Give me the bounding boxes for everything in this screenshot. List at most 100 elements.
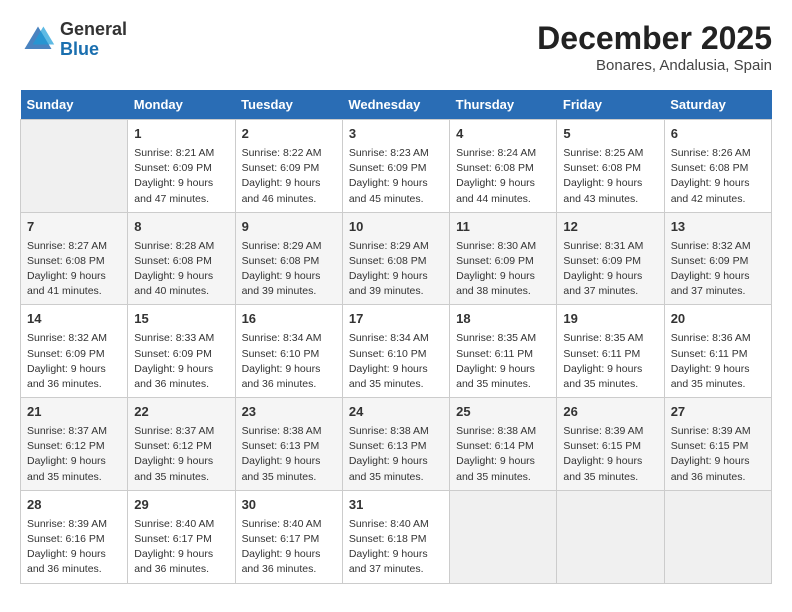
- calendar-cell: 9Sunrise: 8:29 AMSunset: 6:08 PMDaylight…: [235, 212, 342, 305]
- calendar-week-row: 28 Sunrise: 8:39 AMSunset: 6:16 PMDayligh…: [21, 490, 772, 583]
- day-info: Sunrise: 8:36 AMSunset: 6:11 PMDaylight:…: [671, 331, 765, 392]
- calendar-cell: 13 Sunrise: 8:32 AMSunset: 6:09 PMDayligh…: [664, 212, 771, 305]
- day-number: 31: [349, 496, 443, 515]
- day-info: Sunrise: 8:35 AMSunset: 6:11 PMDaylight:…: [456, 331, 550, 392]
- logo-text: General Blue: [60, 20, 127, 60]
- day-number: 22: [134, 403, 228, 422]
- day-info: Sunrise: 8:26 AMSunset: 6:08 PMDaylight:…: [671, 146, 765, 207]
- day-number: 4: [456, 125, 550, 144]
- day-info: Sunrise: 8:33 AMSunset: 6:09 PMDaylight:…: [134, 331, 228, 392]
- calendar-table: SundayMondayTuesdayWednesdayThursdayFrid…: [20, 90, 772, 584]
- calendar-cell: 12Sunrise: 8:31 AMSunset: 6:09 PMDayligh…: [557, 212, 664, 305]
- title-block: December 2025 Bonares, Andalusia, Spain: [537, 20, 772, 74]
- calendar-cell: 24 Sunrise: 8:38 AMSunset: 6:13 PMDayligh…: [342, 398, 449, 491]
- calendar-cell: 4 Sunrise: 8:24 AMSunset: 6:08 PMDaylight…: [450, 120, 557, 213]
- day-number: 13: [671, 218, 765, 237]
- calendar-cell: 29 Sunrise: 8:40 AMSunset: 6:17 PMDayligh…: [128, 490, 235, 583]
- day-number: 29: [134, 496, 228, 515]
- day-info: Sunrise: 8:25 AMSunset: 6:08 PMDaylight:…: [563, 146, 657, 207]
- day-number: 25: [456, 403, 550, 422]
- day-number: 8: [134, 218, 228, 237]
- calendar-cell: 2 Sunrise: 8:22 AMSunset: 6:09 PMDaylight…: [235, 120, 342, 213]
- day-number: 3: [349, 125, 443, 144]
- day-info: Sunrise: 8:40 AMSunset: 6:17 PMDaylight:…: [242, 517, 336, 578]
- logo-icon: [20, 22, 56, 58]
- day-number: 18: [456, 310, 550, 329]
- day-info: Sunrise: 8:38 AMSunset: 6:14 PMDaylight:…: [456, 424, 550, 485]
- calendar-cell: 30 Sunrise: 8:40 AMSunset: 6:17 PMDayligh…: [235, 490, 342, 583]
- calendar-cell: 21 Sunrise: 8:37 AMSunset: 6:12 PMDayligh…: [21, 398, 128, 491]
- calendar-week-row: 14Sunrise: 8:32 AMSunset: 6:09 PMDayligh…: [21, 305, 772, 398]
- calendar-cell: 5 Sunrise: 8:25 AMSunset: 6:08 PMDaylight…: [557, 120, 664, 213]
- day-info: Sunrise: 8:39 AMSunset: 6:15 PMDaylight:…: [671, 424, 765, 485]
- calendar-cell: 3 Sunrise: 8:23 AMSunset: 6:09 PMDaylight…: [342, 120, 449, 213]
- day-info: Sunrise: 8:28 AMSunset: 6:08 PMDaylight:…: [134, 239, 228, 300]
- day-info: Sunrise: 8:22 AMSunset: 6:09 PMDaylight:…: [242, 146, 336, 207]
- day-number: 5: [563, 125, 657, 144]
- calendar-cell: 1Sunrise: 8:21 AMSunset: 6:09 PMDaylight…: [128, 120, 235, 213]
- calendar-week-row: 1Sunrise: 8:21 AMSunset: 6:09 PMDaylight…: [21, 120, 772, 213]
- day-number: 23: [242, 403, 336, 422]
- column-header-sunday: Sunday: [21, 90, 128, 120]
- day-info: Sunrise: 8:32 AMSunset: 6:09 PMDaylight:…: [27, 331, 121, 392]
- calendar-header-row: SundayMondayTuesdayWednesdayThursdayFrid…: [21, 90, 772, 120]
- day-number: 17: [349, 310, 443, 329]
- logo: General Blue: [20, 20, 127, 60]
- calendar-cell: 28 Sunrise: 8:39 AMSunset: 6:16 PMDayligh…: [21, 490, 128, 583]
- day-info: Sunrise: 8:29 AMSunset: 6:08 PMDaylight:…: [349, 239, 443, 300]
- day-number: 19: [563, 310, 657, 329]
- day-number: 7: [27, 218, 121, 237]
- day-info: Sunrise: 8:32 AMSunset: 6:09 PMDaylight:…: [671, 239, 765, 300]
- day-info: Sunrise: 8:39 AMSunset: 6:16 PMDaylight:…: [27, 517, 121, 578]
- calendar-cell: 26Sunrise: 8:39 AMSunset: 6:15 PMDayligh…: [557, 398, 664, 491]
- calendar-cell: [21, 120, 128, 213]
- calendar-cell: 23Sunrise: 8:38 AMSunset: 6:13 PMDayligh…: [235, 398, 342, 491]
- calendar-cell: 18 Sunrise: 8:35 AMSunset: 6:11 PMDayligh…: [450, 305, 557, 398]
- day-number: 28: [27, 496, 121, 515]
- calendar-cell: 19Sunrise: 8:35 AMSunset: 6:11 PMDayligh…: [557, 305, 664, 398]
- logo-general: General: [60, 20, 127, 40]
- calendar-cell: 27 Sunrise: 8:39 AMSunset: 6:15 PMDayligh…: [664, 398, 771, 491]
- column-header-monday: Monday: [128, 90, 235, 120]
- column-header-thursday: Thursday: [450, 90, 557, 120]
- day-number: 15: [134, 310, 228, 329]
- calendar-cell: 6 Sunrise: 8:26 AMSunset: 6:08 PMDaylight…: [664, 120, 771, 213]
- day-info: Sunrise: 8:40 AMSunset: 6:17 PMDaylight:…: [134, 517, 228, 578]
- calendar-cell: 8 Sunrise: 8:28 AMSunset: 6:08 PMDaylight…: [128, 212, 235, 305]
- day-number: 27: [671, 403, 765, 422]
- day-number: 16: [242, 310, 336, 329]
- day-info: Sunrise: 8:38 AMSunset: 6:13 PMDaylight:…: [349, 424, 443, 485]
- day-info: Sunrise: 8:37 AMSunset: 6:12 PMDaylight:…: [134, 424, 228, 485]
- calendar-cell: 16Sunrise: 8:34 AMSunset: 6:10 PMDayligh…: [235, 305, 342, 398]
- location: Bonares, Andalusia, Spain: [537, 57, 772, 74]
- column-header-saturday: Saturday: [664, 90, 771, 120]
- calendar-cell: 22 Sunrise: 8:37 AMSunset: 6:12 PMDayligh…: [128, 398, 235, 491]
- day-info: Sunrise: 8:37 AMSunset: 6:12 PMDaylight:…: [27, 424, 121, 485]
- day-number: 6: [671, 125, 765, 144]
- day-number: 24: [349, 403, 443, 422]
- day-number: 1: [134, 125, 228, 144]
- month-title: December 2025: [537, 20, 772, 57]
- day-info: Sunrise: 8:24 AMSunset: 6:08 PMDaylight:…: [456, 146, 550, 207]
- calendar-cell: [557, 490, 664, 583]
- calendar-cell: 31Sunrise: 8:40 AMSunset: 6:18 PMDayligh…: [342, 490, 449, 583]
- page-header: General Blue December 2025 Bonares, Anda…: [20, 20, 772, 74]
- calendar-cell: 14Sunrise: 8:32 AMSunset: 6:09 PMDayligh…: [21, 305, 128, 398]
- day-number: 2: [242, 125, 336, 144]
- day-number: 26: [563, 403, 657, 422]
- day-info: Sunrise: 8:30 AMSunset: 6:09 PMDaylight:…: [456, 239, 550, 300]
- column-header-wednesday: Wednesday: [342, 90, 449, 120]
- day-info: Sunrise: 8:29 AMSunset: 6:08 PMDaylight:…: [242, 239, 336, 300]
- day-number: 20: [671, 310, 765, 329]
- calendar-cell: 11Sunrise: 8:30 AMSunset: 6:09 PMDayligh…: [450, 212, 557, 305]
- calendar-cell: 10Sunrise: 8:29 AMSunset: 6:08 PMDayligh…: [342, 212, 449, 305]
- day-info: Sunrise: 8:27 AMSunset: 6:08 PMDaylight:…: [27, 239, 121, 300]
- calendar-cell: 7 Sunrise: 8:27 AMSunset: 6:08 PMDaylight…: [21, 212, 128, 305]
- day-number: 21: [27, 403, 121, 422]
- day-info: Sunrise: 8:23 AMSunset: 6:09 PMDaylight:…: [349, 146, 443, 207]
- logo-blue: Blue: [60, 40, 127, 60]
- column-header-tuesday: Tuesday: [235, 90, 342, 120]
- calendar-cell: [664, 490, 771, 583]
- calendar-cell: 15 Sunrise: 8:33 AMSunset: 6:09 PMDayligh…: [128, 305, 235, 398]
- day-number: 30: [242, 496, 336, 515]
